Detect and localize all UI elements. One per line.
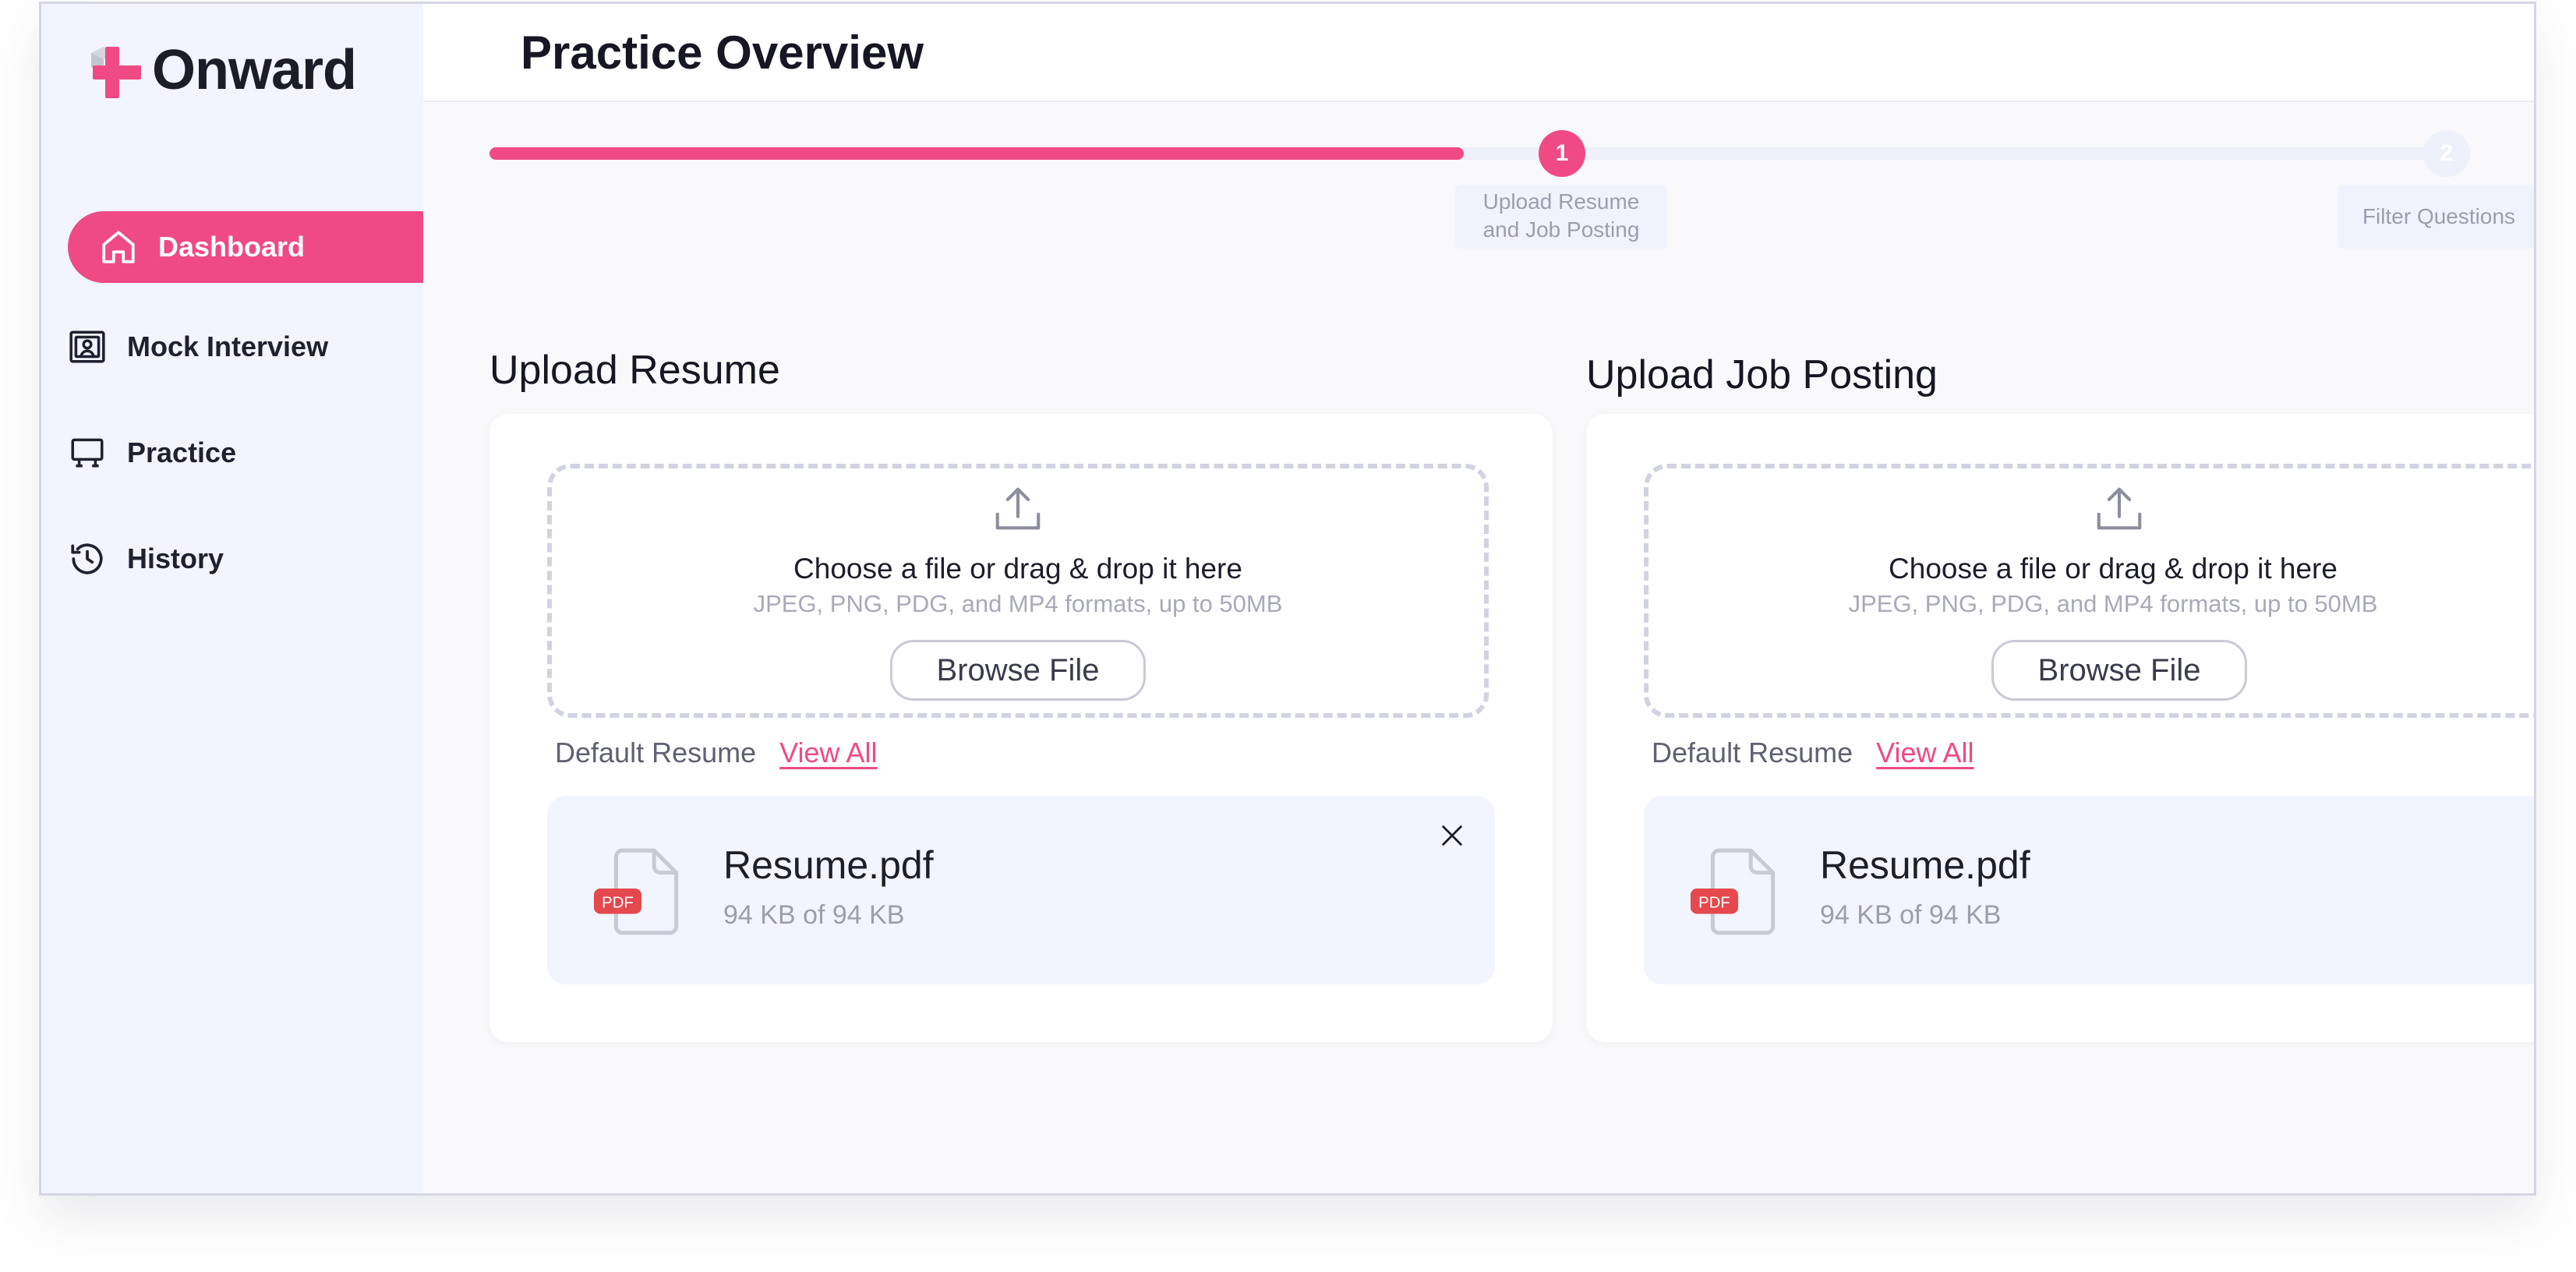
sidebar-item-label: Practice [127, 436, 237, 468]
home-icon [99, 228, 138, 267]
step-1-indicator[interactable]: 1 [1539, 130, 1585, 177]
top-bar: Practice Overview [423, 4, 2534, 102]
job-posting-dropzone[interactable]: Choose a file or drag & drop it here JPE… [1644, 464, 2534, 718]
page-title: Practice Overview [521, 26, 924, 79]
remove-file-button[interactable] [1434, 818, 1470, 853]
upload-icon [2097, 487, 2142, 530]
app-window: Onward Dashboard Mock Interview Practice… [39, 2, 2536, 1196]
file-name: Resume.pdf [723, 843, 934, 887]
resume-dropzone[interactable]: Choose a file or drag & drop it here JPE… [547, 464, 1489, 718]
uploaded-file-card: PDF Resume.pdf 94 KB of 94 KB [547, 796, 1495, 984]
default-resume-label: Default Resume [1652, 737, 1853, 768]
dropzone-title: Choose a file or drag & drop it here [1889, 553, 2337, 585]
main-content: Practice Overview 1 2 Upload Resume and J… [423, 4, 2534, 1193]
sidebar: Onward Dashboard Mock Interview Practice… [41, 4, 423, 1193]
pdf-badge: PDF [1698, 894, 1730, 911]
step-2-label: Filter Questions [2337, 185, 2534, 249]
progress-stepper: 1 2 Upload Resume and Job Posting Filter … [423, 102, 2534, 289]
upload-resume-card: Choose a file or drag & drop it here JPE… [489, 414, 1553, 1042]
default-resume-row: Default Resume View All [555, 737, 878, 769]
pdf-badge: PDF [602, 894, 634, 911]
browse-file-button[interactable]: Browse File [1991, 640, 2247, 701]
dropzone-title: Choose a file or drag & drop it here [793, 553, 1242, 585]
view-all-link[interactable]: View All [1876, 737, 1974, 769]
sidebar-item-practice[interactable]: Practice [68, 417, 423, 489]
pdf-file-icon: PDF [1691, 848, 1776, 935]
stepper-progress-fill [489, 147, 1464, 160]
presentation-board-icon [68, 433, 107, 472]
dropzone-subtitle: JPEG, PNG, PDG, and MP4 formats, up to 5… [1848, 590, 2378, 617]
file-size: 94 KB of 94 KB [1820, 900, 2002, 930]
upload-job-posting-card: Choose a file or drag & drop it here JPE… [1586, 414, 2534, 1042]
onward-logo-icon [91, 47, 141, 98]
history-icon [68, 539, 107, 578]
sidebar-item-mock-interview[interactable]: Mock Interview [68, 311, 423, 383]
dropzone-subtitle: JPEG, PNG, PDG, and MP4 formats, up to 5… [753, 590, 1283, 617]
upload-icon [995, 487, 1041, 530]
default-resume-label: Default Resume [555, 737, 757, 768]
uploaded-file-card: PDF Resume.pdf 94 KB of 94 KB [1644, 796, 2534, 984]
app-name: Onward [152, 39, 357, 101]
sidebar-item-history[interactable]: History [68, 523, 423, 595]
view-all-link[interactable]: View All [779, 737, 877, 769]
upload-resume-title: Upload Resume [489, 348, 780, 393]
default-resume-row: Default Resume View All [1652, 737, 1974, 769]
sidebar-item-label: Mock Interview [127, 330, 329, 362]
file-name: Resume.pdf [1820, 843, 2030, 887]
stepper-track [489, 147, 2438, 160]
logo[interactable]: Onward [80, 38, 357, 102]
step-1-label: Upload Resume and Job Posting [1455, 185, 1667, 249]
step-2-indicator[interactable]: 2 [2423, 130, 2470, 177]
file-size: 94 KB of 94 KB [723, 900, 905, 930]
browse-file-button[interactable]: Browse File [890, 640, 1146, 701]
interview-icon [68, 327, 107, 366]
pdf-file-icon: PDF [594, 848, 679, 935]
close-icon [1442, 825, 1462, 846]
sidebar-item-label: History [127, 542, 224, 574]
sidebar-item-label: Dashboard [158, 231, 306, 263]
upload-job-posting-title: Upload Job Posting [1586, 352, 1938, 398]
sidebar-item-dashboard[interactable]: Dashboard [68, 211, 423, 283]
